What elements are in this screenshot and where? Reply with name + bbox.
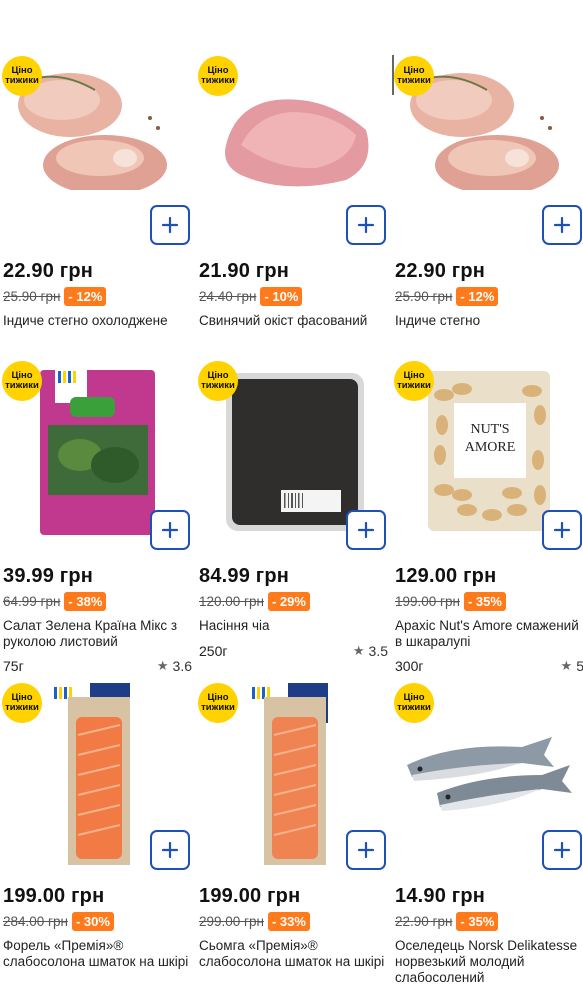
old-price-row: 22.90 грн - 35% [395, 912, 499, 931]
old-price: 64.99 грн [3, 594, 61, 609]
old-price: 284.00 грн [3, 914, 68, 929]
plus-icon [553, 841, 571, 859]
current-price: 84.99 грн [199, 565, 290, 587]
badge-line-2: тижики [397, 380, 431, 391]
price-promo-badge: Ціно тижики [198, 56, 238, 96]
badge-line-2: тижики [201, 75, 235, 86]
product-grid: Ціно тижики 22.90 грн 25.90 грн - 12% Ін… [0, 0, 583, 1000]
price-promo-badge: Ціно тижики [394, 56, 434, 96]
old-price: 24.40 грн [199, 289, 257, 304]
price-promo-badge: Ціно тижики [2, 361, 42, 401]
add-to-cart-button[interactable] [346, 830, 386, 870]
turkey-thigh-image[interactable] [0, 0, 192, 207]
discount-badge: - 10% [260, 287, 303, 306]
plus-icon [553, 216, 571, 234]
current-price: 21.90 грн [199, 260, 290, 282]
old-price-row: 25.90 грн - 12% [395, 287, 499, 306]
current-price: 129.00 грн [395, 565, 497, 587]
current-price: 22.90 грн [3, 260, 94, 282]
add-to-cart-button[interactable] [150, 205, 190, 245]
old-price: 299.00 грн [199, 914, 264, 929]
discount-badge: - 38% [64, 592, 107, 611]
price-promo-badge: Ціно тижики [2, 56, 42, 96]
badge-line-2: тижики [5, 380, 39, 391]
plus-icon [161, 841, 179, 859]
add-to-cart-button[interactable] [542, 510, 582, 550]
add-to-cart-button[interactable] [150, 830, 190, 870]
badge-line-2: тижики [397, 75, 431, 86]
salad-bag-image[interactable] [0, 305, 192, 535]
old-price: 199.00 грн [395, 594, 460, 609]
old-price: 25.90 грн [3, 289, 61, 304]
discount-badge: - 33% [267, 912, 310, 931]
current-price: 22.90 грн [395, 260, 486, 282]
product-title[interactable]: Сьомга «Премія»® слабосолона шматок на ш… [199, 938, 387, 970]
add-to-cart-button[interactable] [346, 510, 386, 550]
old-price-row: 64.99 грн - 38% [3, 592, 107, 611]
add-to-cart-button[interactable] [542, 205, 582, 245]
badge-line-2: тижики [201, 702, 235, 713]
discount-badge: - 30% [71, 912, 114, 931]
add-to-cart-button[interactable] [346, 205, 386, 245]
svg-text:NUT'S: NUT'S [470, 422, 509, 437]
chia-seeds-image[interactable] [196, 305, 388, 531]
old-price-row: 25.90 грн - 12% [3, 287, 107, 306]
price-promo-badge: Ціно тижики [198, 683, 238, 723]
product-title[interactable]: Форель «Премія»® слабосолона шматок на ш… [3, 938, 191, 970]
badge-line-2: тижики [201, 380, 235, 391]
old-price-row: 199.00 грн - 35% [395, 592, 506, 611]
add-to-cart-button[interactable] [542, 830, 582, 870]
discount-badge: - 12% [456, 287, 499, 306]
price-promo-badge: Ціно тижики [394, 361, 434, 401]
discount-badge: - 29% [267, 592, 310, 611]
old-price-row: 284.00 грн - 30% [3, 912, 114, 931]
discount-badge: - 12% [64, 287, 107, 306]
badge-line-2: тижики [5, 702, 39, 713]
badge-line-2: тижики [397, 702, 431, 713]
pork-ham-image[interactable] [196, 0, 388, 190]
current-price: 199.00 грн [3, 885, 105, 907]
current-price: 14.90 грн [395, 885, 486, 907]
plus-icon [553, 521, 571, 539]
old-price: 120.00 грн [199, 594, 264, 609]
old-price-row: 24.40 грн - 10% [199, 287, 303, 306]
product-title[interactable]: Оселедець Norsk Delikatesse норвезький м… [395, 938, 583, 986]
add-to-cart-button[interactable] [150, 510, 190, 550]
turkey-thigh-image[interactable] [392, 0, 583, 195]
price-promo-badge: Ціно тижики [198, 361, 238, 401]
plus-icon [161, 521, 179, 539]
discount-badge: - 35% [463, 592, 506, 611]
old-price-row: 120.00 грн - 29% [199, 592, 310, 611]
price-promo-badge: Ціно тижики [2, 683, 42, 723]
peanuts-bag-image[interactable]: NUT'S AMORE [392, 305, 583, 531]
svg-text:AMORE: AMORE [465, 440, 516, 455]
current-price: 39.99 грн [3, 565, 94, 587]
discount-badge: - 35% [456, 912, 499, 931]
badge-line-2: тижики [5, 75, 39, 86]
plus-icon [357, 841, 375, 859]
price-promo-badge: Ціно тижики [394, 683, 434, 723]
old-price: 25.90 грн [395, 289, 453, 304]
old-price-row: 299.00 грн - 33% [199, 912, 310, 931]
old-price: 22.90 грн [395, 914, 453, 929]
current-price: 199.00 грн [199, 885, 301, 907]
plus-icon [357, 216, 375, 234]
plus-icon [357, 521, 375, 539]
plus-icon [161, 216, 179, 234]
